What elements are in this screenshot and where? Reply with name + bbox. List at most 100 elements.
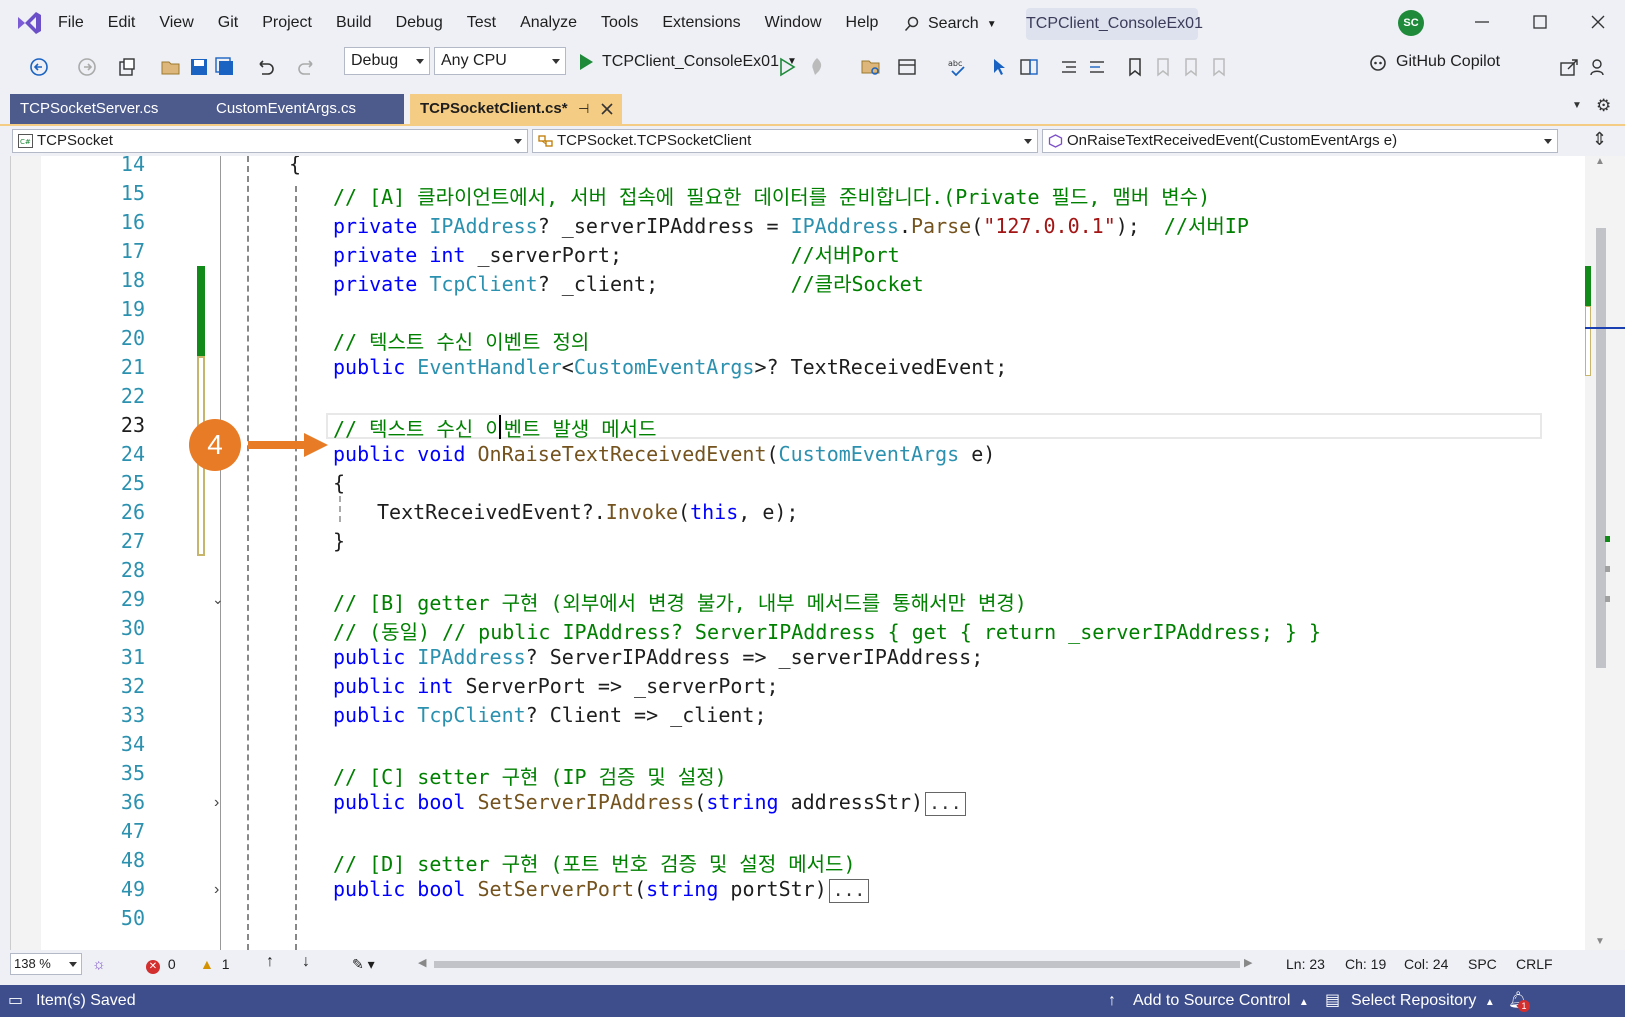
- close-tab-icon[interactable]: [600, 102, 614, 116]
- collapsed-region[interactable]: ...: [828, 878, 870, 903]
- scroll-left-icon[interactable]: ◀: [418, 956, 426, 969]
- menu-file[interactable]: File: [46, 0, 96, 46]
- line-ending-indicator[interactable]: CRLF: [1516, 956, 1553, 972]
- menu-edit[interactable]: Edit: [96, 0, 148, 46]
- scroll-right-icon[interactable]: ▶: [1244, 956, 1252, 969]
- column-indicator[interactable]: Col: 24: [1404, 956, 1448, 972]
- menu-debug[interactable]: Debug: [384, 0, 455, 46]
- scrollbar-thumb[interactable]: [1596, 228, 1606, 668]
- code-line[interactable]: private TcpClient? _client; //클라Socket: [333, 268, 924, 297]
- clear-bookmarks-icon[interactable]: [1208, 56, 1230, 78]
- code-line[interactable]: // [D] setter 구현 (포트 번호 검증 및 설정 메서드): [333, 848, 856, 877]
- menu-extensions[interactable]: Extensions: [650, 0, 752, 46]
- solution-configuration-select[interactable]: Debug: [344, 47, 430, 75]
- code-line[interactable]: public bool SetServerPort(string portStr…: [333, 877, 870, 903]
- tab-customeventargs[interactable]: CustomEventArgs.cs: [206, 94, 404, 124]
- menu-view[interactable]: View: [147, 0, 205, 46]
- code-line[interactable]: public EventHandler<CustomEventArgs>? Te…: [333, 355, 1007, 379]
- code-line[interactable]: private IPAddress? _serverIPAddress = IP…: [333, 210, 1249, 239]
- code-line[interactable]: // [C] setter 구현 (IP 검증 및 설정): [333, 761, 727, 790]
- undo-icon[interactable]: [254, 56, 276, 78]
- code-line[interactable]: public IPAddress? ServerIPAddress => _se…: [333, 645, 983, 669]
- previous-issue-icon[interactable]: ↑: [266, 953, 274, 971]
- whitespace-indicator[interactable]: SPC: [1468, 956, 1497, 972]
- code-cleanup-icon[interactable]: ☼: [92, 956, 106, 973]
- code-line[interactable]: // [B] getter 구현 (외부에서 변경 불가, 내부 메서드를 통해…: [333, 587, 1027, 616]
- vertical-scrollbar[interactable]: ▲ ▼: [1585, 156, 1625, 950]
- glyph-margin[interactable]: [11, 156, 41, 950]
- code-line[interactable]: private int _serverPort; //서버Port: [333, 239, 900, 268]
- tab-tcpsocketclient[interactable]: TCPSocketClient.cs* ⊣: [410, 94, 622, 124]
- open-folder-icon[interactable]: [160, 56, 182, 78]
- select-icon[interactable]: [990, 56, 1012, 78]
- zoom-select[interactable]: 138 %: [10, 953, 82, 975]
- collapsed-region[interactable]: ...: [925, 791, 966, 816]
- comment-lines-icon[interactable]: [1058, 56, 1080, 78]
- browse-folder-icon[interactable]: [860, 56, 882, 78]
- code-line[interactable]: public TcpClient? Client => _client;: [333, 703, 767, 727]
- code-cleanup-brush-icon[interactable]: ✎ ▾: [352, 956, 375, 973]
- bookmark-icon[interactable]: [1124, 56, 1146, 78]
- start-without-debugging-icon[interactable]: [776, 56, 798, 78]
- type-dropdown[interactable]: TCPSocket.TCPSocketClient: [532, 129, 1038, 153]
- uncomment-lines-icon[interactable]: [1086, 56, 1108, 78]
- code-line[interactable]: public void OnRaiseTextReceivedEvent(Cus…: [333, 442, 995, 466]
- minimize-icon[interactable]: [1472, 12, 1492, 32]
- member-dropdown[interactable]: OnRaiseTextReceivedEvent(CustomEventArgs…: [1042, 129, 1558, 153]
- warnings-indicator[interactable]: ▲ 1: [200, 956, 230, 972]
- code-line[interactable]: TextReceivedEvent?.Invoke(this, e);: [377, 500, 798, 524]
- new-project-icon[interactable]: [116, 56, 138, 78]
- save-all-icon[interactable]: [214, 56, 236, 78]
- maximize-icon[interactable]: [1530, 12, 1550, 32]
- code-line[interactable]: // 텍스트 수신 이벤트 정의: [333, 326, 589, 355]
- avatar[interactable]: SC: [1398, 10, 1424, 36]
- scroll-down-icon[interactable]: ▼: [1595, 936, 1605, 947]
- menu-analyze[interactable]: Analyze: [508, 0, 589, 46]
- select-repository-button[interactable]: Select Repository ▲: [1351, 985, 1495, 1017]
- close-icon[interactable]: [1588, 12, 1608, 32]
- spell-check-icon[interactable]: abc: [946, 56, 968, 78]
- start-debugging-button[interactable]: TCPClient_ConsoleEx01 ▼: [578, 49, 797, 75]
- format-icon[interactable]: [1018, 56, 1040, 78]
- menu-tools[interactable]: Tools: [589, 0, 650, 46]
- menu-git[interactable]: Git: [206, 0, 250, 46]
- code-editor[interactable]: ⌄ ⌄ › › 14 15 16 17 18 19 20 21 22 23 24…: [10, 156, 1585, 950]
- code-line-current[interactable]: // 텍스트 수신 이벤트 발생 메서드: [333, 413, 657, 442]
- back-icon[interactable]: [28, 56, 50, 78]
- code-line[interactable]: {: [289, 156, 301, 176]
- feedback-icon[interactable]: [1588, 56, 1610, 78]
- menu-window[interactable]: Window: [753, 0, 834, 46]
- horizontal-scrollbar[interactable]: [434, 961, 1240, 968]
- expand-icon[interactable]: ›: [214, 881, 219, 899]
- tab-tcpsocketserver[interactable]: TCPSocketServer.cs: [10, 94, 206, 124]
- menu-build[interactable]: Build: [324, 0, 384, 46]
- pin-icon[interactable]: ⊣: [578, 94, 589, 124]
- split-editor-icon[interactable]: ⇕: [1592, 129, 1607, 150]
- line-indicator[interactable]: Ln: 23: [1286, 956, 1325, 972]
- output-icon[interactable]: ▭: [8, 985, 23, 1017]
- menu-test[interactable]: Test: [455, 0, 508, 46]
- collapse-icon[interactable]: ⌄: [212, 591, 224, 608]
- code-line[interactable]: {: [333, 471, 345, 495]
- next-bookmark-icon[interactable]: [1180, 56, 1202, 78]
- save-icon[interactable]: [188, 56, 210, 78]
- code-line[interactable]: public int ServerPort => _serverPort;: [333, 674, 779, 698]
- code-line[interactable]: // [A] 클라이언트에서, 서버 접속에 필요한 데이터를 준비합니다.(P…: [333, 181, 1210, 210]
- share-icon[interactable]: [1558, 56, 1580, 78]
- code-line[interactable]: }: [333, 529, 345, 553]
- code-line[interactable]: public bool SetServerIPAddress(string ad…: [333, 790, 966, 816]
- hot-reload-icon[interactable]: [806, 56, 828, 78]
- forward-icon[interactable]: [76, 56, 98, 78]
- next-issue-icon[interactable]: ↓: [302, 953, 310, 971]
- errors-indicator[interactable]: ✕ 0: [146, 956, 176, 974]
- solution-platform-select[interactable]: Any CPU: [434, 47, 566, 75]
- tab-list-dropdown-icon[interactable]: ▼: [1572, 100, 1582, 111]
- scroll-up-icon[interactable]: ▲: [1595, 156, 1605, 167]
- solution-name[interactable]: TCPClient_ConsoleEx01: [1026, 8, 1203, 40]
- redo-icon[interactable]: [296, 56, 318, 78]
- github-copilot-button[interactable]: GitHub Copilot: [1368, 49, 1500, 75]
- add-to-source-control-button[interactable]: Add to Source Control ▲: [1133, 985, 1309, 1017]
- char-indicator[interactable]: Ch: 19: [1345, 956, 1386, 972]
- settings-icon[interactable]: ⚙: [1596, 96, 1611, 116]
- window-layout-icon[interactable]: [896, 56, 918, 78]
